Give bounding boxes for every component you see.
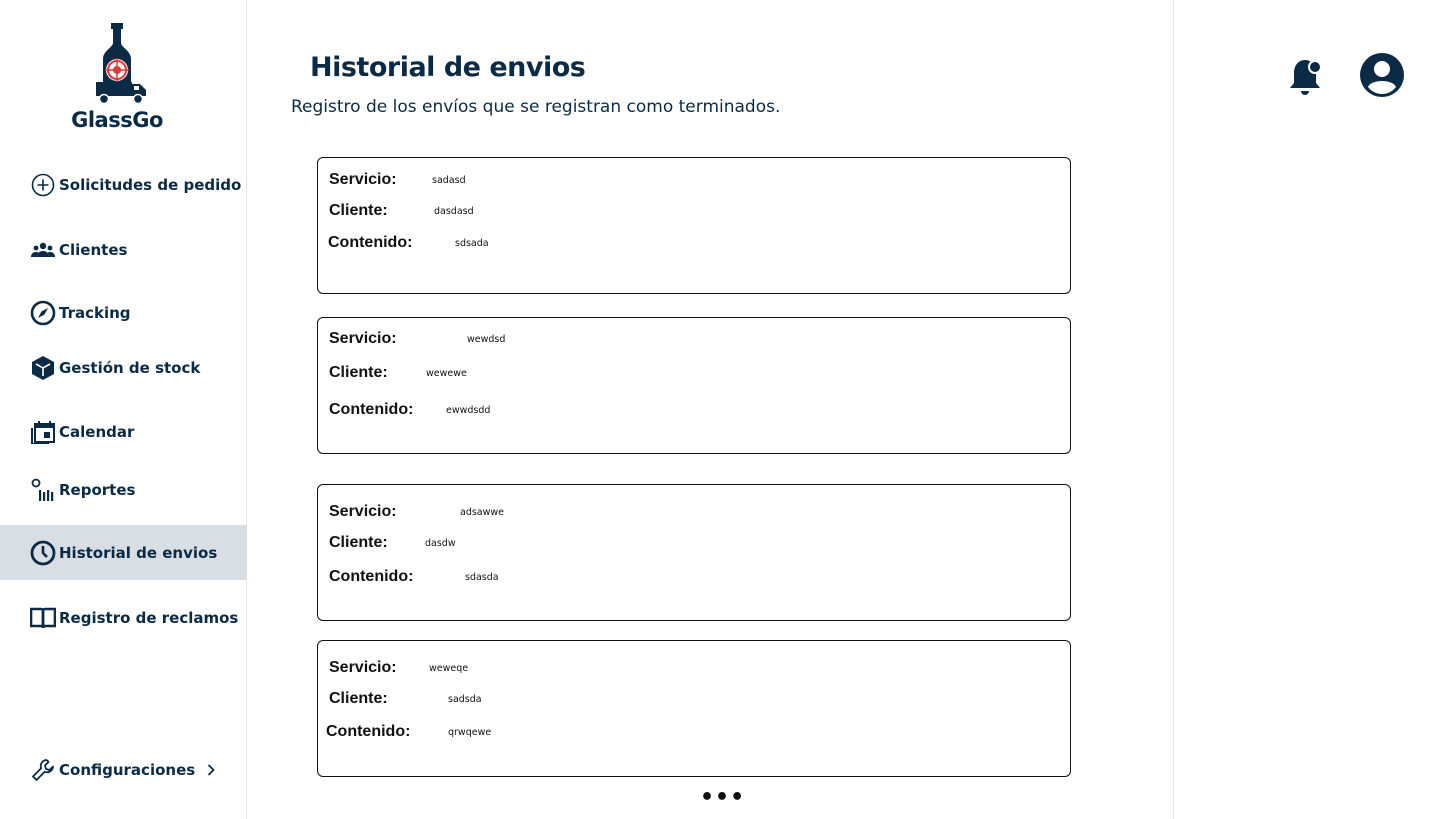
clock-icon [30, 540, 56, 566]
cliente-label: Cliente: [329, 364, 388, 381]
sidebar-item-gestion-stock[interactable]: Gestión de stock [0, 348, 247, 388]
cliente-label: Cliente: [329, 202, 388, 219]
sidebar-item-label: Configuraciones [59, 761, 196, 779]
contenido-value: sdasda [465, 572, 499, 583]
servicio-value: sadasd [432, 175, 466, 186]
sidebar-item-label: Historial de envios [59, 543, 218, 562]
contenido-value: sdsada [455, 238, 489, 249]
notification-bell-icon[interactable] [1287, 56, 1325, 103]
add-circle-icon [30, 172, 56, 198]
sidebar-item-label: Gestión de stock [59, 359, 201, 377]
sidebar-item-label: Solicitudes de pedido [59, 176, 242, 194]
sidebar-item-calendar[interactable]: Calendar [0, 412, 247, 452]
sidebar-item-tracking[interactable]: Tracking [0, 293, 247, 333]
contenido-value: qrwqewe [448, 727, 492, 738]
sidebar-item-configuraciones[interactable]: Configuraciones [0, 750, 247, 790]
right-panel-divider [1173, 0, 1174, 819]
sidebar-item-label: Tracking [59, 304, 131, 322]
shipment-card[interactable]: Servicio: wewdsd Cliente: wewewe Conteni… [317, 317, 1071, 454]
app-name: GlassGo [71, 108, 163, 132]
cliente-label: Cliente: [329, 534, 388, 551]
cliente-value: sadsda [448, 694, 482, 705]
servicio-label: Servicio: [329, 503, 397, 520]
cube-icon [30, 355, 56, 381]
bottle-truck-logo-icon [96, 23, 146, 105]
sidebar-item-label: Registro de reclamos [59, 609, 239, 627]
servicio-label: Servicio: [329, 330, 397, 347]
servicio-label: Servicio: [329, 659, 397, 676]
sidebar-item-reportes[interactable]: Reportes [0, 470, 247, 510]
group-icon [30, 237, 56, 263]
page-title: Historial de envios [310, 52, 586, 83]
contenido-label: Contenido: [329, 401, 414, 418]
cliente-value: dasdw [425, 538, 456, 549]
shipment-card[interactable]: Servicio: weweqe Cliente: sadsda Conteni… [317, 640, 1071, 777]
wrench-icon [30, 757, 56, 783]
page-subtitle: Registro de los envíos que se registran … [291, 97, 781, 117]
servicio-label: Servicio: [329, 171, 397, 188]
servicio-value: weweqe [429, 663, 469, 674]
contenido-label: Contenido: [326, 723, 411, 740]
sidebar-item-label: Reportes [59, 481, 136, 499]
app-logo[interactable]: GlassGo [62, 20, 172, 140]
cliente-label: Cliente: [329, 690, 388, 707]
more-button[interactable]: ••• [700, 787, 744, 809]
sidebar-item-historial[interactable]: Historial de envios [0, 525, 247, 580]
user-avatar-icon[interactable] [1359, 52, 1405, 103]
book-icon [30, 605, 56, 631]
shipment-card[interactable]: Servicio: adsawwe Cliente: dasdw Conteni… [317, 484, 1071, 621]
compass-icon [30, 300, 56, 326]
calendar-icon [30, 419, 56, 445]
servicio-value: adsawwe [460, 507, 505, 518]
servicio-value: wewdsd [467, 334, 506, 345]
sidebar-item-solicitudes[interactable]: Solicitudes de pedido [0, 165, 247, 205]
sidebar-item-label: Clientes [59, 241, 128, 259]
sidebar-item-reclamos[interactable]: Registro de reclamos [0, 598, 247, 638]
contenido-label: Contenido: [329, 568, 414, 585]
chart-icon [30, 477, 56, 503]
chevron-right-icon [207, 764, 215, 776]
cliente-value: wewewe [426, 368, 467, 379]
sidebar-item-label: Calendar [59, 423, 135, 441]
shipment-card[interactable]: Servicio: sadasd Cliente: dasdasd Conten… [317, 157, 1071, 294]
contenido-value: ewwdsdd [446, 405, 491, 416]
contenido-label: Contenido: [328, 234, 413, 251]
cliente-value: dasdasd [434, 206, 474, 217]
sidebar-item-clientes[interactable]: Clientes [0, 230, 247, 270]
sidebar: GlassGo Solicitudes de pedido Clientes T… [0, 0, 247, 819]
